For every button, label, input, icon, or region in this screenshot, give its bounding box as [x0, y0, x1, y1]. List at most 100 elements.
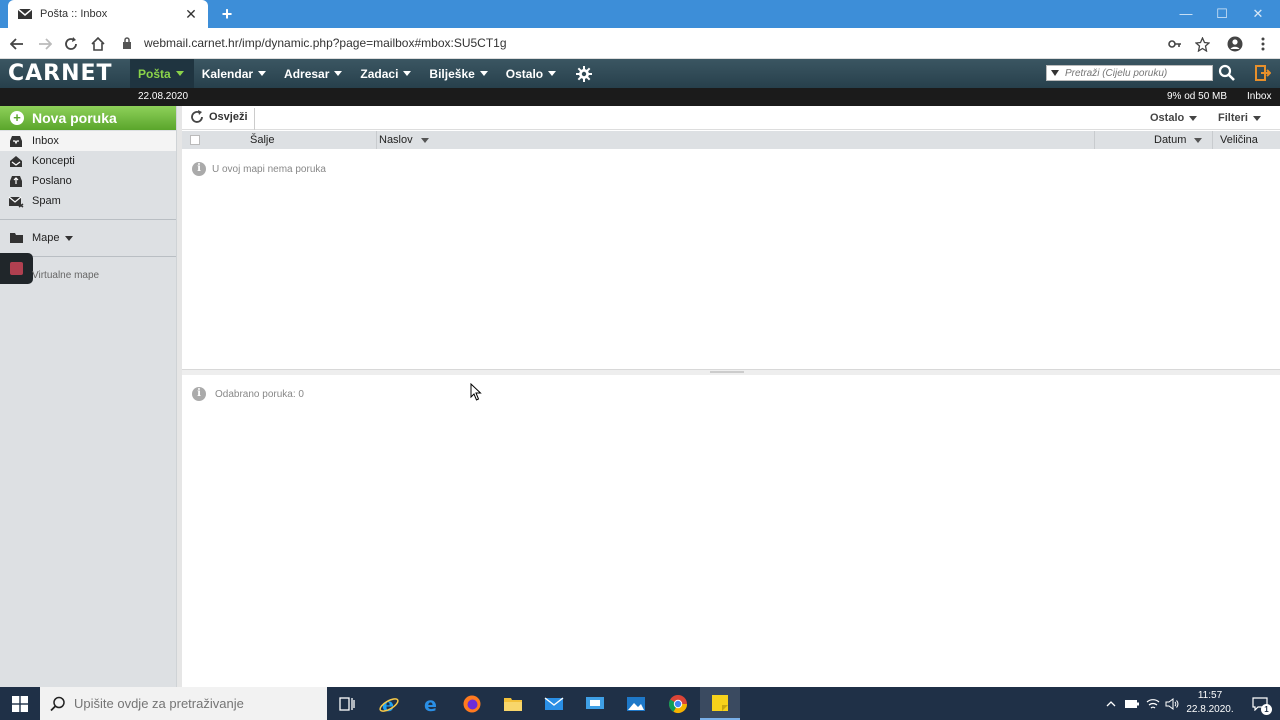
wifi-icon[interactable] [1143, 687, 1163, 720]
chevron-down-icon [403, 71, 412, 76]
column-size[interactable]: Veličina [1220, 134, 1258, 146]
close-tab-icon[interactable]: ✕ [184, 6, 198, 23]
forward-icon[interactable] [34, 33, 56, 55]
firefox-icon[interactable] [452, 687, 492, 720]
mail-app-icon[interactable] [534, 687, 574, 720]
grip-handle [710, 371, 744, 373]
new-message-button[interactable]: + Nova poruka [0, 106, 176, 130]
remote-desktop-icon[interactable] [575, 687, 615, 720]
menu-posta[interactable]: Pošta [130, 59, 194, 88]
menu-zadaci[interactable]: Zadaci [352, 59, 421, 88]
home-icon[interactable] [87, 33, 109, 55]
column-subject[interactable]: Naslov [379, 134, 429, 146]
chrome-icon[interactable] [658, 687, 698, 720]
url-text: webmail.carnet.hr/imp/dynamic.php?page=m… [144, 36, 507, 50]
virtual-folders-label[interactable]: Virtualne mape [32, 270, 99, 281]
volume-icon[interactable] [1162, 687, 1182, 720]
reload-icon[interactable] [60, 33, 82, 55]
filteri-dropdown[interactable]: Filteri [1218, 112, 1261, 124]
menu-ostalo[interactable]: Ostalo [498, 59, 566, 88]
back-icon[interactable] [6, 33, 28, 55]
sidebar-item-mape[interactable]: Mape [0, 228, 176, 248]
refresh-button[interactable]: Osvježi [190, 110, 248, 124]
sticky-notes-icon[interactable] [700, 687, 740, 720]
preview-resize-handle[interactable] [182, 369, 1280, 375]
carnet-logo[interactable]: CARNET [8, 61, 113, 86]
mouse-cursor-icon [470, 383, 482, 401]
refresh-icon [191, 110, 203, 123]
close-window-icon[interactable]: ✕ [1240, 0, 1276, 28]
column-divider [376, 131, 377, 149]
new-tab-button[interactable]: + [216, 3, 238, 25]
chevron-down-icon [1189, 116, 1198, 121]
inbox-icon [8, 134, 24, 148]
chevron-down-icon [175, 71, 184, 76]
current-mailbox: Inbox [1247, 91, 1272, 102]
minimize-icon[interactable]: — [1168, 0, 1204, 28]
system-clock[interactable]: 11:57 22.8.2020. [1180, 689, 1240, 717]
folder-icon [8, 231, 24, 245]
edge-icon[interactable]: e [411, 687, 451, 720]
select-all-checkbox[interactable] [190, 135, 200, 145]
profile-icon[interactable] [1224, 33, 1246, 55]
show-hidden-icons-chevron-icon[interactable] [1102, 687, 1120, 720]
browser-tab[interactable]: Pošta :: Inbox ✕ [8, 0, 208, 28]
mail-search-input[interactable] [1065, 67, 1205, 79]
mail-search-box [1046, 65, 1213, 81]
menu-kalendar[interactable]: Kalendar [194, 59, 276, 88]
overlay-widget[interactable] [0, 253, 33, 284]
search-icon [50, 696, 65, 711]
column-date[interactable]: Datum [1154, 134, 1203, 146]
menu-biljeske[interactable]: Bilješke [421, 59, 497, 88]
chevron-down-icon [1252, 116, 1261, 121]
browser-tab-strip: Pošta :: Inbox ✕ + — ☐ ✕ [0, 0, 1280, 28]
chevron-down-icon [334, 71, 343, 76]
current-date: 22.08.2020 [138, 91, 189, 102]
internet-explorer-icon[interactable]: e [369, 687, 409, 720]
sort-chevron-icon [420, 138, 429, 143]
sidebar-item-spam[interactable]: Spam [0, 191, 176, 211]
main-menu: Pošta Kalendar Adresar Zadaci Bilješke O… [130, 59, 593, 88]
sidebar-item-poslano[interactable]: Poslano [0, 171, 176, 191]
taskbar-search-input[interactable] [74, 696, 314, 711]
address-bar[interactable]: webmail.carnet.hr/imp/dynamic.php?page=m… [120, 32, 1160, 54]
sidebar: + Nova poruka Inbox Koncepti Poslano Spa… [0, 106, 176, 687]
browser-toolbar: webmail.carnet.hr/imp/dynamic.php?page=m… [0, 28, 1280, 59]
ostalo-dropdown[interactable]: Ostalo [1150, 112, 1198, 124]
empty-folder-message: i U ovoj mapi nema poruka [192, 162, 326, 176]
photos-app-icon[interactable] [616, 687, 656, 720]
menu-adresar[interactable]: Adresar [276, 59, 352, 88]
sent-icon [8, 174, 24, 188]
file-explorer-icon[interactable] [493, 687, 533, 720]
drafts-icon [8, 154, 24, 168]
logout-icon[interactable] [1255, 65, 1272, 84]
chevron-down-icon [479, 71, 488, 76]
svg-text:e: e [424, 694, 437, 714]
search-scope-dropdown-icon[interactable] [1051, 70, 1059, 76]
sidebar-item-inbox[interactable]: Inbox [0, 131, 176, 151]
windows-start-icon[interactable] [0, 687, 40, 720]
column-from[interactable]: Šalje [250, 134, 274, 146]
chevron-down-icon [548, 71, 557, 76]
info-icon: i [192, 387, 206, 401]
key-icon[interactable] [1164, 33, 1186, 55]
browser-menu-icon[interactable] [1252, 33, 1274, 55]
spam-icon [8, 194, 24, 208]
quota-usage: 9% od 50 MB [1167, 91, 1228, 102]
tab-title: Pošta :: Inbox [40, 8, 108, 20]
sidebar-resize-handle[interactable] [176, 106, 182, 687]
notifications-icon[interactable]: 1 [1240, 687, 1280, 720]
column-divider [1094, 131, 1095, 149]
chevron-down-icon[interactable] [64, 235, 73, 241]
plus-icon: + [10, 111, 24, 125]
bookmark-star-icon[interactable] [1191, 33, 1213, 55]
maximize-icon[interactable]: ☐ [1204, 0, 1240, 28]
search-icon[interactable] [1218, 64, 1236, 85]
toolbar-divider [254, 108, 255, 130]
notification-count-badge: 1 [1261, 704, 1272, 715]
battery-icon[interactable] [1122, 687, 1142, 720]
task-view-icon[interactable] [327, 687, 367, 720]
sidebar-item-koncepti[interactable]: Koncepti [0, 151, 176, 171]
selected-count-message: i Odabrano poruka: 0 [192, 387, 304, 401]
settings-gear-icon[interactable] [576, 59, 593, 88]
